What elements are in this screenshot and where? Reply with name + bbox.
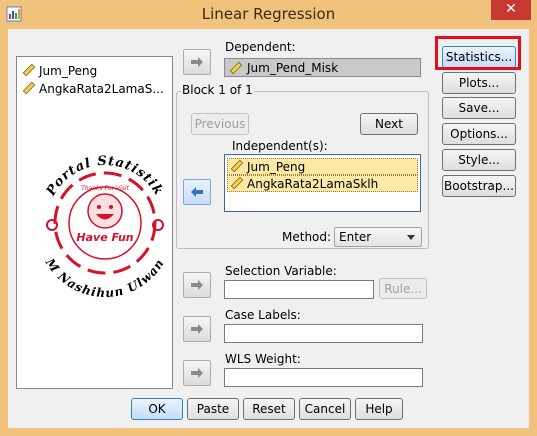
- rule-button[interactable]: Rule...: [379, 278, 427, 299]
- variable-name: Jum_Peng: [39, 64, 98, 78]
- dependent-field[interactable]: Jum_Pend_Misk: [224, 58, 421, 77]
- title-bar[interactable]: Linear Regression ✕: [0, 0, 537, 28]
- case-labels-label: Case Labels:: [225, 308, 301, 322]
- list-item[interactable]: Jum_Peng: [227, 158, 418, 175]
- arrow-right-icon: [191, 280, 203, 290]
- wls-weight-field[interactable]: [224, 368, 423, 387]
- paste-button[interactable]: Paste: [187, 398, 239, 420]
- independent-name: Jum_Peng: [247, 160, 306, 174]
- reset-button[interactable]: Reset: [243, 398, 295, 420]
- move-to-dependent-button[interactable]: [183, 49, 211, 75]
- independents-label: Independent(s):: [232, 139, 328, 153]
- list-item[interactable]: AngkaRata2LamaSklh: [227, 175, 418, 192]
- scale-variable-icon: [229, 61, 243, 75]
- move-to-selection-button[interactable]: [183, 272, 211, 298]
- scale-variable-icon: [230, 159, 244, 173]
- close-icon: ✕: [505, 1, 517, 17]
- help-button[interactable]: Help: [355, 398, 403, 420]
- smiley-face-icon: [87, 193, 123, 229]
- bootstrap-button[interactable]: Bootstrap...: [442, 175, 516, 197]
- linear-regression-window: Linear Regression ✕ Jum_Peng AngkaRata2L…: [0, 0, 537, 436]
- list-item[interactable]: Jum_Peng: [22, 63, 97, 79]
- chevron-down-icon: [407, 235, 415, 240]
- previous-button[interactable]: Previous: [191, 113, 249, 135]
- save-button[interactable]: Save...: [442, 97, 516, 119]
- face-caption: Thanks For Visit: [81, 185, 130, 192]
- scale-variable-icon: [22, 81, 36, 95]
- arrow-right-icon: [191, 57, 203, 67]
- case-labels-field[interactable]: [224, 324, 423, 343]
- arrow-right-icon: [191, 324, 203, 334]
- wls-weight-label: WLS Weight:: [225, 352, 301, 366]
- method-select[interactable]: Enter: [334, 227, 422, 247]
- variable-list[interactable]: Jum_Peng AngkaRata2LamaS... Thanks For V…: [16, 56, 173, 389]
- dependent-value: Jum_Pend_Misk: [247, 61, 339, 75]
- style-button[interactable]: Style...: [442, 149, 516, 171]
- selection-variable-field[interactable]: [224, 280, 374, 299]
- window-title: Linear Regression: [201, 5, 336, 23]
- options-button[interactable]: Options...: [442, 123, 516, 145]
- independents-list[interactable]: Jum_Peng AngkaRata2LamaSklh: [224, 154, 421, 212]
- arrow-left-icon: [191, 187, 203, 197]
- selection-variable-label: Selection Variable:: [225, 264, 337, 278]
- close-button[interactable]: ✕: [491, 0, 531, 20]
- dialog-body: Jum_Peng AngkaRata2LamaS... Thanks For V…: [8, 29, 529, 428]
- statistics-highlight-box: [435, 36, 521, 70]
- next-button[interactable]: Next: [360, 113, 418, 135]
- arrow-right-icon: [191, 368, 203, 378]
- scale-variable-icon: [230, 176, 244, 190]
- move-to-case-labels-button[interactable]: [183, 316, 211, 342]
- watermark-center-text: Have Fun: [76, 231, 133, 244]
- independent-name: AngkaRata2LamaSklh: [247, 177, 379, 191]
- cancel-button[interactable]: Cancel: [299, 398, 351, 420]
- scale-variable-icon: [22, 63, 36, 77]
- method-label: Method:: [282, 230, 332, 244]
- svg-text:M Nashihun Ulwan: M Nashihun Ulwan: [42, 255, 167, 300]
- dependent-label: Dependent:: [225, 40, 296, 54]
- method-value: Enter: [339, 230, 372, 244]
- move-to-wls-weight-button[interactable]: [183, 360, 211, 386]
- block-title: Block 1 of 1: [181, 83, 254, 97]
- portal-statistik-watermark: Thanks For Visit Have Fun Portal Statist…: [42, 154, 167, 300]
- watermark-arc-bottom: M Nashihun Ulwan: [42, 255, 166, 300]
- variable-name: AngkaRata2LamaS...: [39, 82, 164, 96]
- move-to-independents-button[interactable]: [183, 179, 211, 205]
- list-item[interactable]: AngkaRata2LamaS...: [22, 81, 164, 97]
- ok-button[interactable]: OK: [131, 398, 183, 420]
- plots-button[interactable]: Plots...: [442, 72, 516, 94]
